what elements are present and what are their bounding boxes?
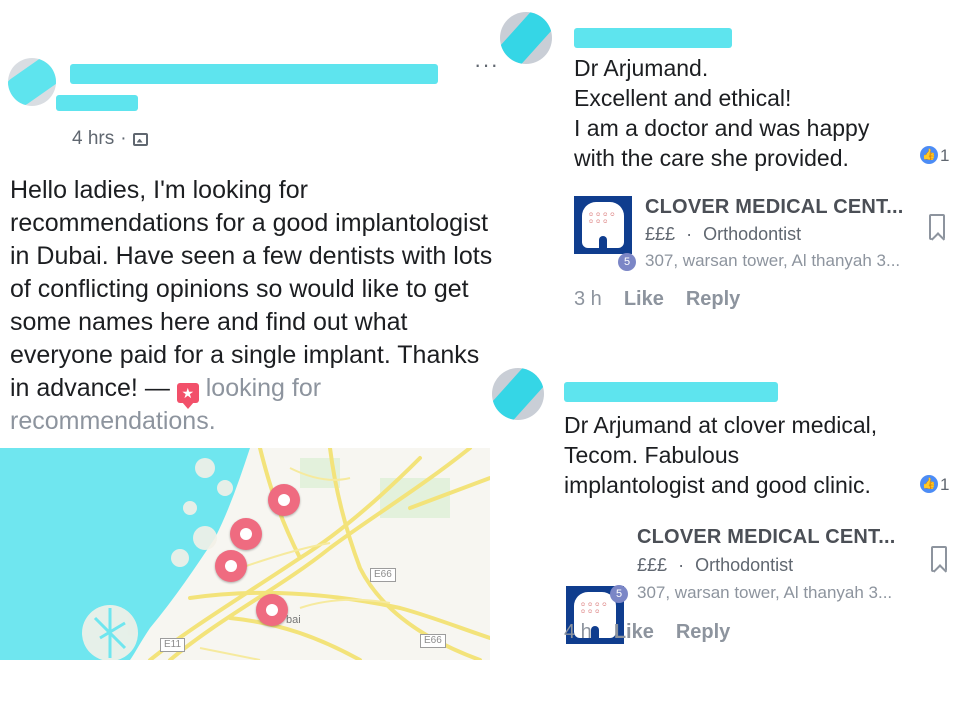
redaction-scribble [8, 58, 56, 106]
business-address: 307, warsan tower, Al thanyah 3... [637, 583, 893, 602]
map-pin[interactable] [268, 484, 300, 516]
post-meta: 4 hrs · [72, 128, 148, 150]
comment-line: I am a doctor and was happy [574, 115, 870, 141]
post-timestamp[interactable]: 4 hrs [72, 128, 114, 150]
like-button[interactable]: Like [624, 288, 664, 311]
redacted-group-name [56, 95, 138, 111]
business-meta: £££ · Orthodontist [645, 224, 801, 245]
post-text: Hello ladies, I'm looking for recommenda… [10, 176, 493, 402]
like-count: 1 [940, 146, 950, 165]
comment-line: Excellent and ethical! [574, 85, 792, 111]
commenter-avatar[interactable] [492, 368, 544, 420]
bookmark-icon[interactable] [929, 214, 945, 240]
commenter-avatar[interactable] [500, 12, 552, 64]
price-level: £££ [637, 555, 668, 575]
redaction-scribble [500, 12, 552, 64]
rating-badge: 5 [610, 585, 628, 603]
business-address: 307, warsan tower, Al thanyah 3... [645, 251, 901, 270]
comment-line: Tecom. Fabulous [564, 442, 740, 468]
road-label: E66 [370, 568, 396, 582]
like-reaction-icon[interactable]: 👍 [920, 146, 938, 164]
price-level: £££ [645, 224, 676, 244]
comment-line: Dr Arjumand. [574, 55, 709, 81]
comment-time: 4 h [564, 621, 592, 643]
post-author-avatar[interactable] [8, 58, 56, 106]
road-label: E66 [420, 634, 446, 648]
business-thumbnail[interactable]: ☺☺☺☺ ☺☺☺ [574, 196, 632, 254]
more-options-icon[interactable]: ··· [474, 52, 499, 78]
meta-separator: · [120, 128, 127, 149]
map-canvas [0, 448, 490, 660]
like-count: 1 [940, 475, 950, 494]
meta-dot: · [686, 224, 693, 244]
redaction-scribble [492, 368, 544, 420]
map-pin[interactable] [256, 594, 288, 626]
map-place-label: bai [286, 614, 301, 626]
photo-icon [132, 132, 148, 146]
redacted-commenter-name [574, 28, 732, 48]
comment-text: Dr Arjumand. Excellent and ethical! I am… [574, 53, 914, 173]
comment-line: Dr Arjumand at clover medical, [564, 412, 878, 438]
logo-figures: ☺☺☺☺ ☺☺☺ [588, 212, 617, 225]
business-category: Orthodontist [703, 224, 802, 244]
map-pin[interactable] [215, 550, 247, 582]
comment-actions: 4 h Like Reply [564, 621, 730, 644]
business-category: Orthodontist [695, 555, 794, 575]
comment-line: with the care she provided. [574, 145, 849, 171]
business-meta: £££ · Orthodontist [637, 555, 793, 576]
meta-dot: · [678, 555, 685, 575]
comment-text: Dr Arjumand at clover medical, Tecom. Fa… [564, 410, 924, 500]
redacted-commenter-name [564, 382, 778, 402]
like-button[interactable]: Like [614, 621, 654, 644]
bookmark-icon[interactable] [931, 546, 947, 572]
logo-figures: ☺☺☺☺ ☺☺☺ [580, 602, 609, 615]
recommendations-icon: ★ [176, 383, 199, 409]
rating-badge: 5 [618, 253, 636, 271]
road-label: E11 [160, 638, 186, 652]
business-name[interactable]: CLOVER MEDICAL CENT... [637, 526, 896, 549]
map-preview[interactable]: E66 E11 E66 bai [0, 448, 490, 660]
reply-button[interactable]: Reply [676, 621, 730, 644]
reply-button[interactable]: Reply [686, 288, 740, 311]
business-name[interactable]: CLOVER MEDICAL CENT... [645, 196, 904, 219]
map-pin[interactable] [230, 518, 262, 550]
post-body: Hello ladies, I'm looking for recommenda… [10, 174, 500, 438]
like-reaction-icon[interactable]: 👍 [920, 475, 938, 493]
comment-time: 3 h [574, 288, 602, 310]
comment-actions: 3 h Like Reply [574, 288, 740, 311]
redacted-author-name [70, 64, 438, 84]
comment-line: implantologist and good clinic. [564, 472, 871, 498]
